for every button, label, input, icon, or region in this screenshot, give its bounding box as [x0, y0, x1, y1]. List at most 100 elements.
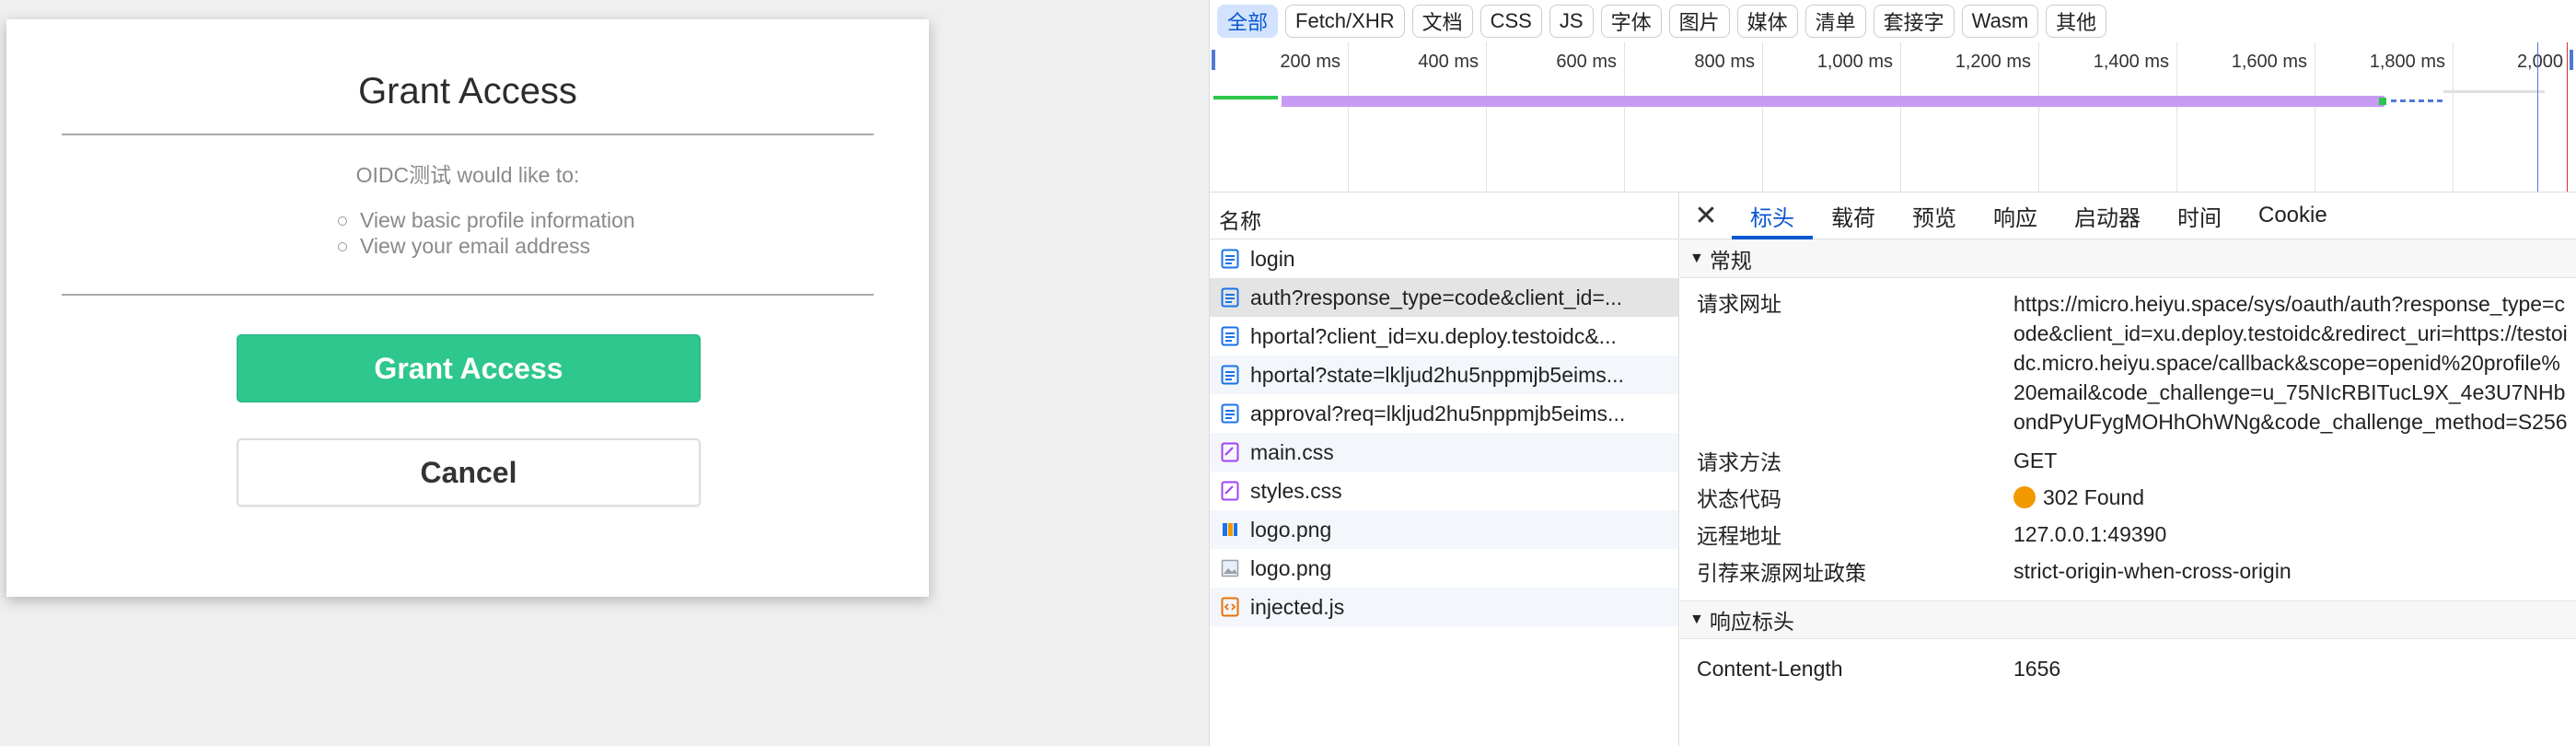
status-code-value: 302 Found: [2043, 485, 2144, 509]
timeline-bar-green: [1213, 96, 1278, 99]
divider: [62, 294, 874, 296]
timeline-overview[interactable]: 200 ms 400 ms 600 ms 800 ms 1,000 ms 1,2…: [1210, 42, 2576, 192]
timeline-tick: 600 ms: [1556, 52, 1617, 72]
section-title: 响应标头: [1709, 610, 1794, 634]
consent-prompt: OIDC测试 would like to:: [355, 163, 580, 187]
request-name: styles.css: [1250, 478, 1342, 503]
timeline-tick: 1,000 ms: [1816, 52, 1893, 72]
tab-preview[interactable]: 预览: [1894, 192, 1975, 239]
request-name: injected.js: [1250, 594, 1345, 619]
close-icon[interactable]: ✕: [1680, 200, 1732, 232]
request-name: logo.png: [1250, 555, 1332, 580]
filter-other[interactable]: 其他: [2046, 5, 2107, 38]
devtools-network-panel: 全部 Fetch/XHR 文档 CSS JS 字体 图片 媒体 清单 套接字 W…: [1209, 0, 2576, 746]
request-row[interactable]: styles.css: [1210, 472, 1678, 510]
header-key: 请求方法: [1697, 450, 1781, 474]
filter-all[interactable]: 全部: [1217, 5, 1279, 38]
consent-card: Grant Access OIDC测试 would like to: View …: [6, 19, 929, 597]
general-section-header[interactable]: ▼ 常规: [1680, 239, 2576, 278]
image-icon: [1223, 523, 1237, 536]
header-row: 状态代码 302 Found: [1680, 479, 2576, 516]
request-row[interactable]: logo.png: [1210, 549, 1678, 588]
filter-fetch-xhr[interactable]: Fetch/XHR: [1285, 5, 1405, 38]
header-key: 状态代码: [1697, 487, 1781, 511]
grant-access-button[interactable]: Grant Access: [237, 334, 701, 402]
request-row[interactable]: approval?req=lkljud2hu5nppmjb5eims...: [1210, 394, 1678, 433]
timeline-marker-blue: [2537, 42, 2538, 192]
tab-headers[interactable]: 标头: [1732, 192, 1813, 239]
request-row[interactable]: injected.js: [1210, 588, 1678, 626]
request-row[interactable]: main.css: [1210, 433, 1678, 472]
request-list: login auth?response_type=code&client_id=…: [1210, 239, 1679, 746]
header-row: 远程地址 127.0.0.1:49390: [1680, 516, 2576, 553]
filter-media[interactable]: 媒体: [1736, 5, 1798, 38]
timeline-bar-grey: [2443, 90, 2545, 93]
tab-response[interactable]: 响应: [1975, 192, 2056, 239]
timeline-tick: 1,600 ms: [2231, 52, 2307, 72]
timeline-handle-left[interactable]: [1212, 50, 1215, 70]
request-name: auth?response_type=code&client_id=...: [1250, 285, 1623, 309]
cancel-button[interactable]: Cancel: [237, 438, 701, 507]
gridline: [1624, 42, 1625, 192]
filter-bar: 全部 Fetch/XHR 文档 CSS JS 字体 图片 媒体 清单 套接字 W…: [1210, 0, 2576, 42]
header-key: 引荐来源网址政策: [1697, 561, 1866, 585]
request-detail-panel: ✕ 标头 载荷 预览 响应 启动器 时间 Cookie ▼ 常规 请求网址 ht…: [1680, 192, 2576, 746]
header-row: 引荐来源网址政策 strict-origin-when-cross-origin: [1680, 553, 2576, 589]
header-value: strict-origin-when-cross-origin: [2013, 559, 2292, 583]
request-url-value: https://micro.heiyu.space/sys/oauth/auth…: [2013, 292, 2568, 434]
timeline-tick: 400 ms: [1418, 52, 1479, 72]
request-name: approval?req=lkljud2hu5nppmjb5eims...: [1250, 401, 1626, 425]
document-icon: [1221, 365, 1239, 385]
gridline: [1486, 42, 1487, 192]
timeline-tick: 1,800 ms: [2369, 52, 2445, 72]
detail-tabs: ✕ 标头 载荷 预览 响应 启动器 时间 Cookie: [1680, 192, 2576, 239]
header-value: 1656: [2013, 657, 2061, 681]
header-row: Content-Length 1656: [1680, 650, 2576, 687]
filter-wasm[interactable]: Wasm: [1961, 5, 2039, 38]
timeline-tick: 200 ms: [1280, 52, 1340, 72]
divider: [62, 134, 874, 135]
filter-img[interactable]: 图片: [1668, 5, 1730, 38]
document-icon: [1221, 287, 1239, 308]
request-row[interactable]: logo.png: [1210, 510, 1678, 549]
document-icon: [1221, 326, 1239, 346]
request-name: logo.png: [1250, 517, 1332, 542]
section-title: 常规: [1709, 248, 1752, 273]
name-column-header[interactable]: 名称: [1210, 192, 1679, 239]
timeline-handle-right[interactable]: [2570, 50, 2573, 70]
header-value: 127.0.0.1:49390: [2013, 522, 2167, 546]
filter-socket[interactable]: 套接字: [1873, 5, 1955, 38]
request-row[interactable]: hportal?client_id=xu.deploy.testoidc&...: [1210, 317, 1678, 356]
script-icon: [1221, 597, 1239, 617]
filter-manifest[interactable]: 清单: [1804, 5, 1866, 38]
request-row[interactable]: login: [1210, 239, 1678, 278]
timeline-bar-purple: [1282, 96, 2385, 107]
timeline-bar-dashed: [2391, 99, 2446, 102]
stylesheet-icon: [1221, 481, 1239, 501]
filter-css[interactable]: CSS: [1479, 5, 1542, 38]
status-dot-icon: [2013, 486, 2036, 508]
timeline-tick: 1,200 ms: [1955, 52, 2031, 72]
request-name: login: [1250, 246, 1295, 271]
stylesheet-icon: [1221, 442, 1239, 462]
tab-payload[interactable]: 载荷: [1813, 192, 1894, 239]
tab-cookies[interactable]: Cookie: [2240, 192, 2346, 239]
document-icon: [1221, 403, 1239, 424]
filter-font[interactable]: 字体: [1600, 5, 1662, 38]
gridline: [1900, 42, 1901, 192]
header-row: 请求方法 GET: [1680, 442, 2576, 479]
request-name: hportal?client_id=xu.deploy.testoidc&...: [1250, 323, 1617, 348]
response-headers-section-header[interactable]: ▼ 响应标头: [1680, 600, 2576, 639]
filter-doc[interactable]: 文档: [1411, 5, 1473, 38]
permission-item: View basic profile information: [338, 207, 635, 233]
triangle-down-icon: ▼: [1689, 250, 1704, 266]
tab-timing[interactable]: 时间: [2159, 192, 2240, 239]
consent-title: Grant Access: [358, 71, 577, 111]
filter-js[interactable]: JS: [1549, 5, 1594, 38]
tab-initiator[interactable]: 启动器: [2056, 192, 2159, 239]
timeline-tick: 1,400 ms: [2093, 52, 2169, 72]
timeline-tick: 800 ms: [1694, 52, 1755, 72]
request-row[interactable]: auth?response_type=code&client_id=...: [1210, 278, 1678, 317]
header-key: Content-Length: [1697, 656, 1843, 681]
request-row[interactable]: hportal?state=lkljud2hu5nppmjb5eims...: [1210, 356, 1678, 394]
